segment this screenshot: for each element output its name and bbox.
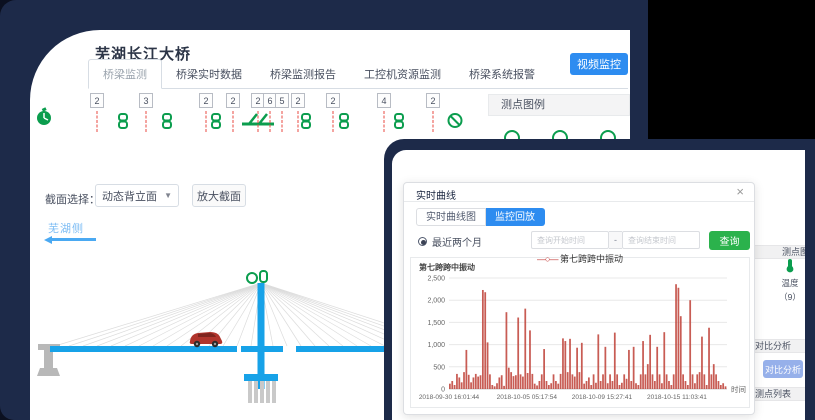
tab-工控机资源监测[interactable]: 工控机资源监测: [350, 60, 455, 88]
svg-text:1,000: 1,000: [427, 342, 445, 349]
sensor-count-badge: 2: [326, 93, 340, 108]
tab-桥梁系统报警[interactable]: 桥梁系统报警: [455, 60, 549, 88]
svg-text:1,500: 1,500: [427, 320, 445, 327]
section-select-dropdown[interactable]: 动态背立面 ▼: [95, 184, 179, 207]
svg-text:2018-09-30 16:01:44: 2018-09-30 16:01:44: [419, 394, 480, 401]
radio-label: 最近两个月: [432, 234, 482, 249]
radio-dot-icon: [418, 237, 427, 246]
sensor-dashed-line: [270, 111, 271, 132]
svg-text:时间: 时间: [731, 384, 746, 394]
legend-icons-clipped: [500, 126, 640, 140]
ban-sensor-icon: [447, 112, 464, 134]
sensor-dashed-line: [146, 111, 147, 132]
dialog-tabbar: 实时曲线图监控回放: [416, 208, 545, 226]
query-end-time-input[interactable]: [622, 231, 700, 249]
temperature-label: 温度: [767, 277, 813, 289]
dialog-header: 实时曲线 ×: [404, 183, 754, 202]
sensor-dashed-line: [258, 111, 259, 132]
link-sensor-icon[interactable]: [118, 113, 128, 134]
sensor-dashed-line: [298, 111, 299, 132]
zoom-section-button[interactable]: 放大截面: [192, 184, 246, 207]
sensor-count-badge: 4: [377, 93, 391, 108]
dialog-tab-实时曲线图[interactable]: 实时曲线图: [416, 208, 486, 226]
sensor-dashed-line: [97, 111, 98, 132]
query-button[interactable]: 查询: [709, 231, 750, 250]
section-select-label: 截面选择：: [45, 191, 100, 207]
tower-top-sensor-icons[interactable]: [247, 271, 267, 283]
link-sensor-icon[interactable]: [339, 113, 349, 134]
sensor-count-badge: 2: [291, 93, 305, 108]
link-sensor-icon[interactable]: [394, 113, 404, 134]
vibration-chart: 0 500 1,000 1,500 2,000 2,500 2018-09-30 16:01…: [411, 258, 749, 407]
black-region: [648, 0, 815, 141]
bridge-tower: [244, 283, 278, 403]
sensor-count-badge: 5: [275, 93, 289, 108]
dialog-controls: 最近两个月 - 查询: [404, 231, 754, 251]
svg-text:500: 500: [433, 364, 445, 371]
link-sensor-icon[interactable]: [211, 113, 221, 134]
dialog-title: 实时曲线: [416, 187, 456, 202]
sensor-dashed-line: [433, 111, 434, 132]
sensor-dashed-line: [206, 111, 207, 132]
thermometer-icon: [784, 258, 796, 273]
front-app-window: 测点图例 温度 （9） 对比分析 对比分析 测点列表 实时曲线 × 实时曲线图监…: [392, 150, 805, 420]
realtime-curve-dialog: 实时曲线 × 实时曲线图监控回放 最近两个月 - 查询 —○— 第七跨跨中振动: [403, 182, 755, 415]
svg-text:0: 0: [441, 387, 445, 394]
link-sensor-icon[interactable]: [301, 113, 311, 134]
car-illustration: [190, 332, 223, 347]
recent-two-months-radio[interactable]: 最近两个月: [418, 234, 482, 249]
dialog-tab-监控回放[interactable]: 监控回放: [486, 208, 545, 226]
desktop-backdrop: 芜湖长江大桥 桥梁监测桥梁实时数据桥梁监测报告工控机资源监测桥梁系统报警 视频监…: [0, 0, 815, 420]
section-select-value: 动态背立面: [102, 188, 157, 204]
sensor-count-badge: 2: [199, 93, 213, 108]
tab-桥梁监测报告[interactable]: 桥梁监测报告: [256, 60, 350, 88]
sensor-dashed-line: [282, 111, 283, 132]
compare-analysis-button[interactable]: 对比分析: [763, 360, 803, 378]
svg-text:2018-10-05 05:17:54: 2018-10-05 05:17:54: [497, 394, 558, 401]
query-start-time-input[interactable]: [531, 231, 609, 249]
sensor-count-badge: 2: [426, 93, 440, 108]
svg-text:2018-10-09 15:27:41: 2018-10-09 15:27:41: [572, 394, 633, 401]
sensor-count-badge: 2: [226, 93, 240, 108]
tab-桥梁实时数据[interactable]: 桥梁实时数据: [162, 60, 256, 88]
sensor-count-badge: 2: [90, 93, 104, 108]
temperature-count: （9）: [767, 291, 813, 303]
chevron-down-icon: ▼: [164, 191, 172, 200]
video-monitor-button[interactable]: 视频监控: [570, 53, 628, 75]
sensor-dashed-line: [384, 111, 385, 132]
legend-panel-header: 测点图例: [488, 94, 630, 116]
chart-container: —○— 第七跨跨中振动 第七跨跨中振动 05001,0001,5002,0002…: [410, 257, 750, 408]
range-separator: -: [609, 231, 622, 249]
clock-sensor-icon: [35, 107, 53, 132]
sensor-count-badge: 3: [139, 93, 153, 108]
sensor-dashed-line: [333, 111, 334, 132]
sensor-dashed-line: [233, 111, 234, 132]
close-icon[interactable]: ×: [736, 185, 744, 199]
temperature-legend-item[interactable]: 温度 （9）: [767, 258, 813, 303]
svg-text:2018-10-15 11:03:41: 2018-10-15 11:03:41: [647, 394, 707, 401]
svg-text:2,000: 2,000: [427, 298, 445, 305]
link-sensor-icon[interactable]: [162, 113, 172, 134]
svg-text:2,500: 2,500: [427, 276, 445, 283]
sensor-row: 23222652242: [30, 85, 500, 145]
